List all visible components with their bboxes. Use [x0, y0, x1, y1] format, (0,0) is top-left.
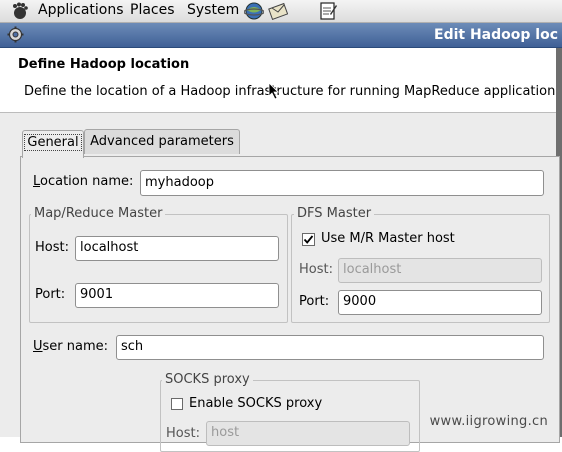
window-titlebar[interactable]: Edit Hadoop loc: [0, 23, 562, 48]
menu-applications[interactable]: Applications: [38, 2, 124, 18]
email-launcher-icon[interactable]: [268, 1, 288, 20]
enable-socks-checkbox[interactable]: [171, 398, 183, 410]
mr-port-field[interactable]: 9001: [75, 283, 279, 308]
tab-advanced-parameters[interactable]: Advanced parameters: [84, 129, 240, 154]
window-title: Edit Hadoop loc: [434, 27, 558, 43]
tab-general[interactable]: General: [22, 130, 84, 158]
mouse-cursor-icon: [268, 82, 279, 100]
tab-general-label: General: [24, 134, 82, 151]
mr-host-field[interactable]: localhost: [75, 236, 279, 261]
use-mr-master-checkbox[interactable]: [302, 233, 315, 246]
header-description: Define the location of a Hadoop infrastr…: [24, 84, 562, 99]
use-mr-master-label[interactable]: Use M/R Master host: [321, 231, 455, 246]
menu-system[interactable]: System: [187, 2, 239, 18]
socks-host-label: Host:: [166, 426, 200, 441]
dfs-host-label: Host:: [299, 262, 333, 277]
top-panel: Applications Places System: [0, 0, 562, 23]
mr-master-legend: Map/Reduce Master: [31, 206, 166, 221]
watermark: www.iigrowing.cn: [429, 414, 548, 429]
mr-port-label: Port:: [35, 287, 66, 302]
user-name-field[interactable]: sch: [116, 335, 544, 360]
location-name-field[interactable]: myhadoop: [140, 170, 544, 196]
socks-host-field: host: [206, 421, 410, 446]
user-name-label: User name:: [33, 339, 109, 354]
foot-logo-icon[interactable]: [11, 2, 29, 20]
dfs-port-label: Port:: [299, 294, 330, 309]
header-title: Define Hadoop location: [18, 57, 190, 72]
web-browser-launcher-icon[interactable]: [244, 1, 264, 20]
dfs-master-legend: DFS Master: [294, 206, 375, 221]
menu-places[interactable]: Places: [130, 2, 175, 18]
tab-advanced-parameters-label: Advanced parameters: [90, 134, 234, 149]
dfs-host-field: localhost: [338, 258, 542, 283]
window-menu-gear-icon[interactable]: [7, 26, 24, 43]
socks-proxy-legend: SOCKS proxy: [162, 372, 253, 387]
enable-socks-label[interactable]: Enable SOCKS proxy: [189, 396, 322, 411]
text-editor-launcher-icon[interactable]: [318, 1, 338, 20]
mr-host-label: Host:: [35, 240, 69, 255]
location-name-label: Location name:: [33, 174, 134, 189]
dfs-port-field[interactable]: 9000: [338, 290, 542, 315]
